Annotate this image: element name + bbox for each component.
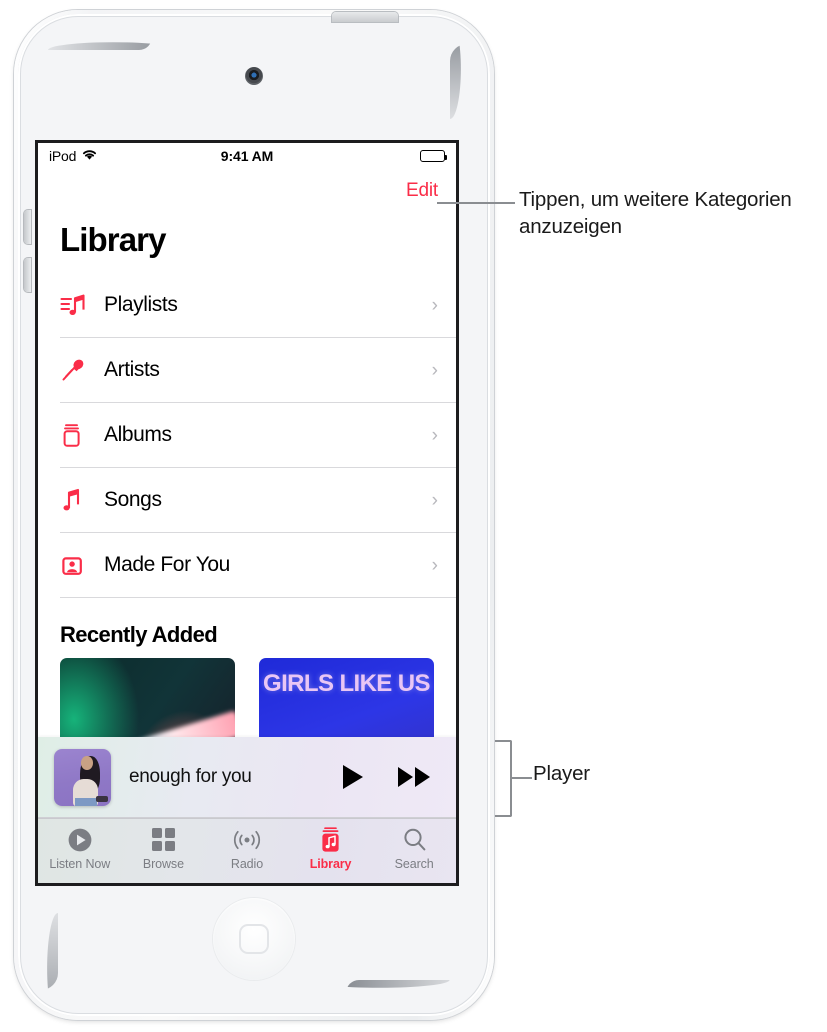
power-button[interactable]	[332, 12, 398, 22]
tab-radio[interactable]: Radio	[205, 826, 289, 871]
album-title-overlay: GIRLS LIKE US	[263, 670, 430, 697]
playlist-music-icon	[60, 293, 94, 318]
tab-label: Listen Now	[49, 857, 111, 871]
battery-full-icon	[420, 150, 448, 162]
page-title: Library	[60, 221, 166, 258]
edit-button[interactable]: Edit	[406, 180, 438, 202]
status-bar-right	[420, 150, 448, 162]
front-camera-icon	[245, 67, 263, 85]
tab-bar: Listen Now Browse Radio Library Search	[38, 818, 456, 883]
navigation-bar: Edit	[38, 169, 456, 213]
fast-forward-icon[interactable]	[396, 763, 434, 791]
tab-library[interactable]: Library	[289, 826, 373, 871]
callout-leader-line-edit	[437, 202, 515, 204]
list-item-artists[interactable]: Artists ›	[60, 338, 456, 403]
list-item-label: Albums	[104, 423, 172, 446]
chevron-right-icon: ›	[431, 489, 438, 511]
list-item-label: Artists	[104, 358, 160, 381]
home-button-square-icon	[241, 926, 267, 952]
library-list: Playlists › Artists › Albums › Songs › M…	[38, 273, 456, 598]
album-stack-icon	[60, 423, 94, 448]
broadcast-icon	[230, 826, 264, 853]
now-playing-artwork[interactable]	[54, 748, 111, 806]
artwork-figure-jeans	[74, 797, 98, 806]
play-icon[interactable]	[340, 763, 366, 791]
library-icon	[318, 826, 343, 853]
home-button[interactable]	[213, 898, 295, 980]
artwork-figure-head	[80, 755, 93, 771]
chevron-right-icon: ›	[431, 294, 438, 316]
tab-browse[interactable]: Browse	[122, 826, 206, 871]
now-playing-title: enough for you	[129, 766, 252, 787]
chevron-right-icon: ›	[431, 424, 438, 446]
person-square-icon	[60, 553, 94, 578]
volume-up-button[interactable]	[24, 210, 31, 244]
list-item-label: Made For You	[104, 553, 230, 576]
status-bar: iPod 9:41 AM	[38, 143, 456, 169]
device-screen: iPod 9:41 AM Edit Library Playlists › Ar…	[38, 143, 456, 883]
music-note-icon	[60, 488, 94, 513]
grid-squares-icon	[151, 826, 176, 853]
tab-label: Library	[309, 857, 352, 871]
tab-search[interactable]: Search	[372, 826, 456, 871]
list-item-albums[interactable]: Albums ›	[60, 403, 456, 468]
artwork-explicit-badge	[95, 796, 109, 802]
list-item-label: Songs	[104, 488, 162, 511]
mini-player-bar[interactable]: enough for you	[38, 737, 456, 818]
player-controls	[340, 763, 440, 791]
tab-label: Browse	[142, 857, 184, 871]
tab-label: Search	[394, 857, 434, 871]
callout-player-text: Player	[533, 762, 590, 785]
callout-edit-text: Tippen, um weitere Kategorien anzuzeigen	[519, 188, 792, 239]
chevron-right-icon: ›	[431, 554, 438, 576]
recently-added-heading: Recently Added	[60, 622, 218, 647]
screenshot-root: iPod 9:41 AM Edit Library Playlists › Ar…	[0, 0, 827, 1032]
tab-listen-now[interactable]: Listen Now	[38, 826, 122, 871]
tab-label: Radio	[230, 857, 264, 871]
chevron-right-icon: ›	[431, 359, 438, 381]
list-item-songs[interactable]: Songs ›	[60, 468, 456, 533]
list-item-label: Playlists	[104, 293, 178, 316]
microphone-icon	[60, 358, 94, 383]
play-circle-icon	[67, 826, 93, 853]
callout-bracket-player	[495, 740, 512, 817]
callout-bracket-stem-player	[512, 777, 532, 779]
status-time-label: 9:41 AM	[220, 148, 274, 164]
volume-down-button[interactable]	[24, 258, 31, 292]
list-item-made-for-you[interactable]: Made For You ›	[60, 533, 456, 598]
search-icon	[402, 826, 427, 853]
list-item-playlists[interactable]: Playlists ›	[60, 273, 456, 338]
